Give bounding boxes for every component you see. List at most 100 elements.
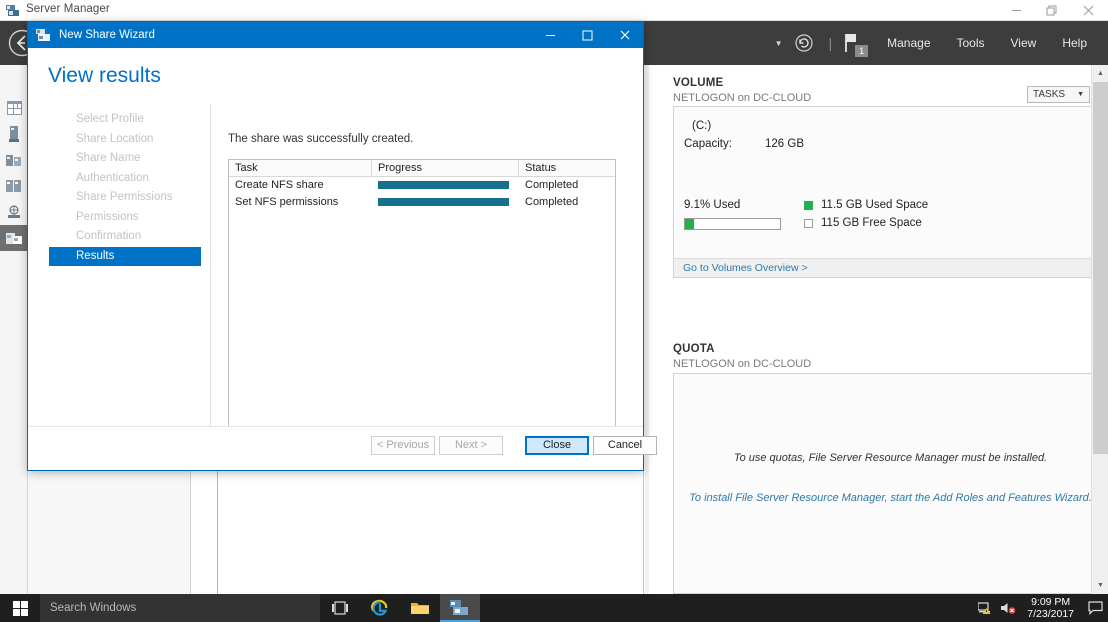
scrollbar-thumb[interactable] xyxy=(1093,82,1108,454)
wizard-titlebar: New Share Wizard xyxy=(28,22,643,48)
windows-taskbar: Search Windows 9:09 PM 7/23/2017 xyxy=(0,594,1108,622)
quota-section-title: QUOTA xyxy=(673,343,715,355)
cancel-button[interactable]: Cancel xyxy=(593,436,657,455)
wizard-minimize-button[interactable] xyxy=(532,22,569,48)
server-manager-titlebar: Server Manager xyxy=(0,0,1108,21)
menu-item-manage[interactable]: Manage xyxy=(874,21,943,65)
refresh-icon[interactable] xyxy=(788,21,820,65)
action-center-icon[interactable] xyxy=(1082,594,1108,622)
wizard-step-share-location[interactable]: Share Location xyxy=(49,130,201,150)
wizard-step-share-permissions[interactable]: Share Permissions xyxy=(49,188,201,208)
scroll-up-arrow-icon[interactable]: ▲ xyxy=(1092,65,1108,82)
wizard-page-title: View results xyxy=(48,64,161,87)
task-view-icon[interactable] xyxy=(320,594,360,622)
wizard-step-permissions[interactable]: Permissions xyxy=(49,208,201,228)
server-manager-title: Server Manager xyxy=(26,3,110,15)
wizard-step-confirmation[interactable]: Confirmation xyxy=(49,227,201,247)
vertical-scrollbar[interactable]: ▲ ▼ xyxy=(1091,65,1108,594)
right-details-column: VOLUME NETLOGON on DC-CLOUD TASKS ▼ (C:)… xyxy=(649,65,1108,594)
volume-drive-name: (C:) xyxy=(692,120,712,132)
table-row[interactable]: Set NFS permissions Completed xyxy=(229,194,615,211)
cell-progress xyxy=(372,181,519,190)
cell-task: Create NFS share xyxy=(235,179,324,192)
cell-progress xyxy=(372,197,519,206)
ad-ds-icon[interactable] xyxy=(0,173,28,199)
volume-capacity-label: Capacity: xyxy=(684,138,732,150)
table-row[interactable]: Create NFS share Completed xyxy=(229,177,615,194)
sm-close-button[interactable] xyxy=(1070,0,1106,21)
search-placeholder: Search Windows xyxy=(50,602,137,614)
quota-section-subtitle: NETLOGON on DC-CLOUD xyxy=(673,358,812,370)
legend-swatch-used-icon xyxy=(804,200,813,210)
go-to-volumes-overview-link[interactable]: Go to Volumes Overview > xyxy=(683,262,808,274)
volume-tasks-label: TASKS xyxy=(1033,89,1066,100)
column-header-status[interactable]: Status xyxy=(519,160,615,176)
desktop: Server Manager ▼ | 1 Manage Tools View H… xyxy=(0,0,1108,622)
progress-bar-fill xyxy=(378,181,509,190)
cell-status: Completed xyxy=(525,195,579,208)
chevron-down-icon[interactable]: ▼ xyxy=(775,39,783,48)
notification-flag-icon[interactable]: 1 xyxy=(840,30,869,57)
volume-usage-bar-fill xyxy=(685,219,694,229)
previous-button[interactable]: < Previous xyxy=(371,436,435,455)
server-manager-icon-rail xyxy=(0,65,28,594)
legend-swatch-free-icon xyxy=(804,218,813,228)
server-manager-icon xyxy=(6,4,20,17)
scroll-down-arrow-icon[interactable]: ▼ xyxy=(1092,577,1108,594)
volume-tasks-button[interactable]: TASKS ▼ xyxy=(1027,86,1090,103)
volume-usage-bar xyxy=(684,218,781,230)
volume-section-title: VOLUME xyxy=(673,77,724,89)
dashboard-icon[interactable] xyxy=(0,95,28,121)
menu-item-help[interactable]: Help xyxy=(1049,21,1100,65)
wizard-maximize-button[interactable] xyxy=(569,22,606,48)
next-button[interactable]: Next > xyxy=(439,436,503,455)
results-table-header: Task Progress Status xyxy=(229,160,615,177)
wizard-step-select-profile[interactable]: Select Profile xyxy=(49,110,201,130)
progress-bar xyxy=(378,197,509,206)
quota-message-line-2[interactable]: To install File Server Resource Manager,… xyxy=(674,492,1107,504)
menu-item-tools[interactable]: Tools xyxy=(944,21,998,65)
wizard-title: New Share Wizard xyxy=(59,29,155,41)
wizard-close-button[interactable] xyxy=(606,22,643,48)
dns-icon[interactable] xyxy=(0,199,28,225)
volume-section-subtitle: NETLOGON on DC-CLOUD xyxy=(673,92,812,104)
sm-minimize-button[interactable] xyxy=(998,0,1034,21)
local-server-icon[interactable] xyxy=(0,121,28,147)
volume-capacity-value: 126 GB xyxy=(765,138,804,150)
wizard-step-results[interactable]: Results xyxy=(49,246,201,266)
network-warning-icon[interactable] xyxy=(975,594,997,622)
quota-message-line-1: To use quotas, File Server Resource Mana… xyxy=(733,452,1048,464)
windows-start-icon[interactable] xyxy=(0,594,40,622)
server-manager-menubar: ▼ | 1 Manage Tools View Help xyxy=(775,21,1100,65)
menu-item-view[interactable]: View xyxy=(998,21,1050,65)
internet-explorer-icon[interactable] xyxy=(360,594,400,622)
column-header-task[interactable]: Task xyxy=(229,160,372,176)
file-explorer-icon[interactable] xyxy=(400,594,440,622)
volume-card: (C:) Capacity: 126 GB 9.1% Used 11.5 GB … xyxy=(673,106,1108,278)
all-servers-icon[interactable] xyxy=(0,147,28,173)
results-table: Task Progress Status Create NFS share Com… xyxy=(228,159,616,442)
volume-percent-used-label: 9.1% Used xyxy=(684,199,741,211)
wizard-step-list: Select Profile Share Location Share Name Au… xyxy=(49,110,201,266)
column-header-progress[interactable]: Progress xyxy=(372,160,519,176)
search-input[interactable]: Search Windows xyxy=(40,594,320,622)
clock[interactable]: 9:09 PM 7/23/2017 xyxy=(1019,596,1082,620)
sm-restore-button[interactable] xyxy=(1034,0,1070,21)
server-manager-taskbar-icon[interactable] xyxy=(440,594,480,622)
volume-muted-icon[interactable] xyxy=(997,594,1019,622)
close-button[interactable]: Close xyxy=(525,436,589,455)
file-and-storage-services-icon[interactable] xyxy=(0,225,28,251)
volume-card-footer: Go to Volumes Overview > xyxy=(674,258,1107,277)
wizard-result-message: The share was successfully created. xyxy=(228,133,414,145)
legend-used-space: 11.5 GB Used Space xyxy=(804,199,928,211)
wizard-step-authentication[interactable]: Authentication xyxy=(49,169,201,189)
wizard-steps-divider xyxy=(210,104,211,436)
legend-free-space: 115 GB Free Space xyxy=(804,217,922,229)
chevron-down-icon: ▼ xyxy=(1077,91,1084,98)
clock-time: 9:09 PM xyxy=(1031,596,1071,608)
new-share-wizard-dialog: New Share Wizard View results Select Pro… xyxy=(27,21,657,471)
wizard-step-share-name[interactable]: Share Name xyxy=(49,149,201,169)
clock-date: 7/23/2017 xyxy=(1027,608,1074,620)
notification-badge: 1 xyxy=(855,45,869,57)
share-wizard-icon xyxy=(36,28,51,42)
